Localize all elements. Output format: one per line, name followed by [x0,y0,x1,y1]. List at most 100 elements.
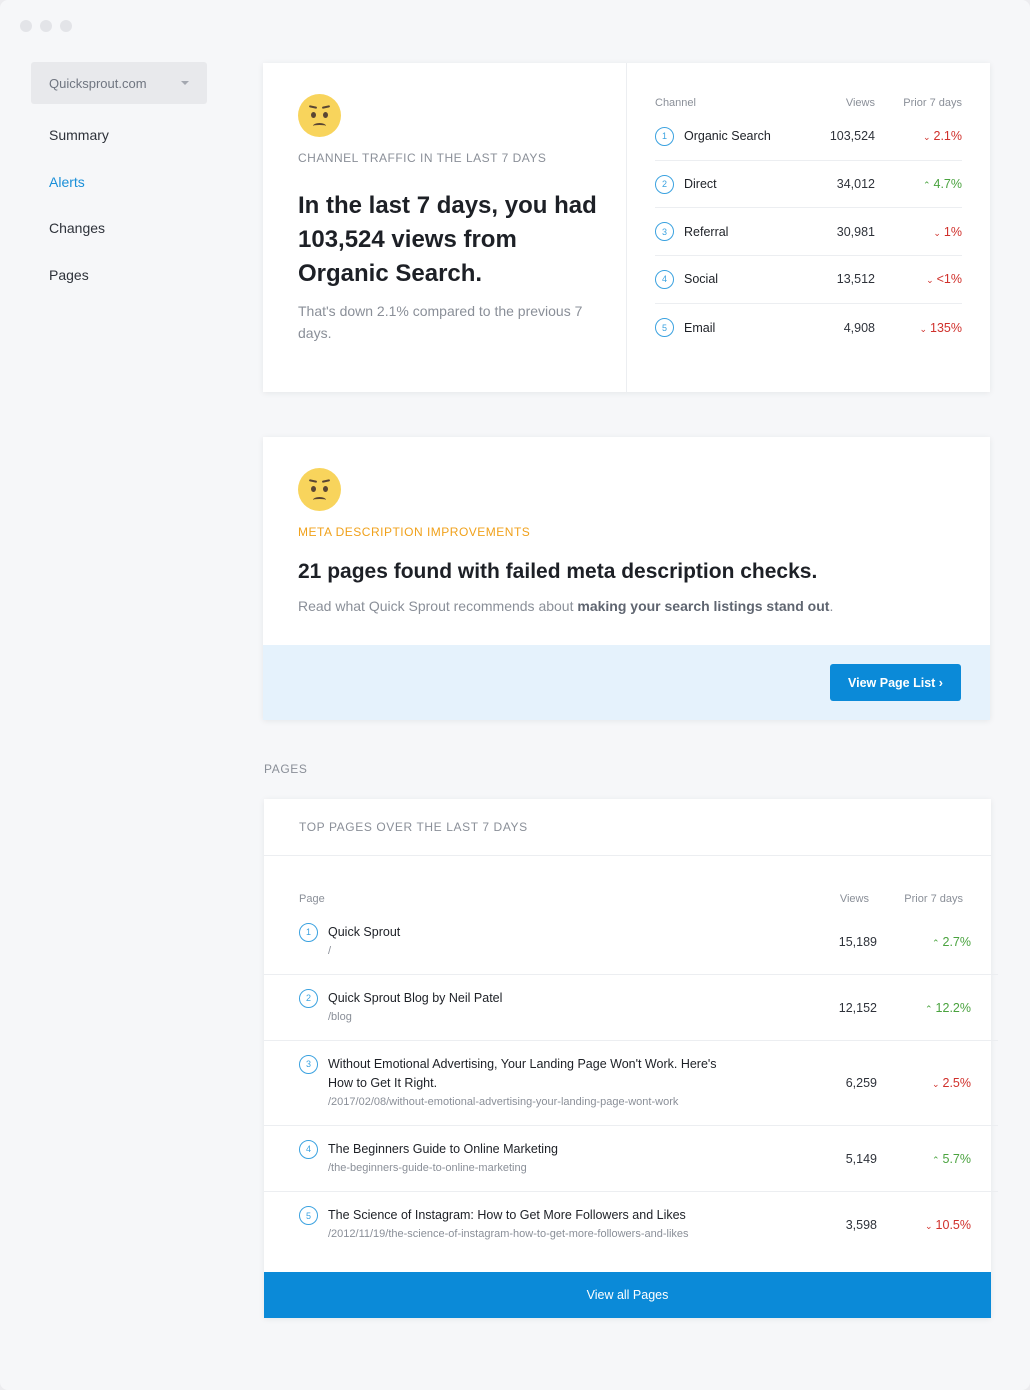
channel-table: Channel Views Prior 7 days 1 Organic Sear… [655,93,962,351]
page-change-value: 5.7% [942,1151,972,1166]
page-row[interactable]: 4 The Beginners Guide to Online Marketing… [264,1126,998,1192]
arrow-down-icon: ⌄ [926,275,934,286]
column-header-views: Views [845,97,875,109]
page-row[interactable]: 3 Without Emotional Advertising, Your Lan… [264,1041,998,1126]
page-views: 12,152 [838,1000,877,1015]
meta-subtext-suffix: . [829,598,834,614]
rank-badge: 2 [655,174,674,194]
site-selector[interactable]: Quicksprout.com [31,62,207,104]
channel-views: 103,524 [829,129,875,144]
channel-views: 13,512 [836,272,875,287]
sidebar-item-summary[interactable]: Summary [49,126,109,173]
rank-badge: 1 [655,126,674,146]
worried-face-icon [298,468,341,511]
meta-subtext: Read what Quick Sprout recommends about … [298,595,833,617]
top-pages-title: TOP PAGES OVER THE LAST 7 DAYS [264,799,991,856]
rank-badge: 4 [655,269,674,289]
meta-subtext-prefix: Read what Quick Sprout recommends about [298,598,578,614]
channel-name-cell: 5 Email [655,318,795,338]
page-change-value: 10.5% [935,1218,971,1232]
meta-headline: 21 pages found with failed meta descript… [298,560,818,583]
page-change-value: 2.5% [942,1076,972,1090]
rank-badge: 2 [299,988,318,1008]
page-cell: 5 The Science of Instagram: How to Get Mo… [299,1206,797,1244]
window-controls [20,20,72,32]
channel-change: ⌄ 1% [875,225,962,239]
sidebar-nav: Summary Alerts Changes Pages [49,126,109,312]
channel-change: ⌄ 2.1% [875,129,962,143]
card-divider [626,63,627,392]
arrow-down-icon: ⌄ [933,227,941,238]
page-row[interactable]: 1 Quick Sprout/15,189 ⌃ 2.7% [264,909,998,975]
meta-eyebrow: META DESCRIPTION IMPROVEMENTS [298,525,531,539]
page-info: The Science of Instagram: How to Get Mor… [328,1206,689,1244]
column-header-views: Views [839,893,869,905]
arrow-up-icon: ⌃ [925,1003,933,1014]
window-close-dot[interactable] [20,20,32,32]
page-views: 15,189 [838,934,877,949]
view-page-list-button[interactable]: View Page List › [830,664,961,701]
app-window: Quicksprout.com Summary Alerts Changes P… [0,0,1030,1390]
page-path: /2012/11/19/the-science-of-instagram-how… [328,1228,689,1240]
channel-name: Direct [684,177,717,192]
arrow-down-icon: ⌄ [931,1079,940,1089]
channel-change-value: <1% [936,272,962,287]
traffic-subtext: That's down 2.1% compared to the previou… [298,303,583,341]
meta-card-footer: View Page List › [263,645,990,720]
channel-name-cell: 2 Direct [655,174,795,194]
page-title-link[interactable]: Quick Sprout Blog by Neil Patel [328,989,502,1008]
page-cell: 1 Quick Sprout / [299,922,797,961]
channel-row[interactable]: 2 Direct 34,012 ⌃ 4.7% [655,161,962,209]
page-path: /blog [328,1010,352,1023]
page-info: Quick Sprout Blog by Neil Patel/blog [328,989,502,1027]
channel-name-cell: 3 Referral [655,222,795,242]
rank-badge: 3 [299,1054,318,1074]
window-minimize-dot[interactable] [40,20,52,32]
page-title-link[interactable]: Quick Sprout [328,923,400,942]
page-change: ⌃ 12.2% [877,1001,971,1015]
sidebar-item-alerts[interactable]: Alerts [49,173,109,220]
channel-name: Referral [684,224,729,239]
arrow-up-icon: ⌃ [922,180,931,191]
channel-name: Social [684,272,719,287]
sidebar-item-changes[interactable]: Changes [49,219,109,266]
top-pages-card: TOP PAGES OVER THE LAST 7 DAYS Page View… [264,799,998,1318]
page-info: Without Emotional Advertising, Your Land… [328,1055,737,1112]
channel-row[interactable]: 5 Email 4,908 ⌄ 135% [655,304,962,352]
channel-name: Email [684,320,716,335]
channel-row[interactable]: 3 Referral 30,981 ⌄ 1% [655,208,962,257]
page-views: 5,149 [845,1151,877,1166]
arrow-up-icon: ⌃ [931,937,940,948]
page-change: ⌄ 10.5% [877,1218,971,1232]
page-title-link[interactable]: The Beginners Guide to Online Marketing [328,1140,558,1159]
window-maximize-dot[interactable] [60,20,72,32]
channel-traffic-card: CHANNEL TRAFFIC IN THE LAST 7 DAYS In th… [263,63,990,392]
page-path: /2017/02/08/without-emotional-advertisin… [328,1095,679,1108]
rank-badge: 3 [655,222,674,242]
channel-row[interactable]: 1 Organic Search 103,524 ⌄ 2.1% [655,113,962,161]
page-change: ⌄ 2.5% [877,1076,971,1090]
page-row[interactable]: 5 The Science of Instagram: How to Get Mo… [264,1192,998,1258]
channel-change: ⌄ <1% [875,272,962,286]
site-selector-label: Quicksprout.com [49,75,147,91]
page-cell: 3 Without Emotional Advertising, Your Lan… [299,1054,797,1112]
traffic-headline: In the last 7 days, you had 103,524 view… [298,192,597,287]
sidebar-item-pages[interactable]: Pages [49,266,109,313]
page-title-link[interactable]: The Science of Instagram: How to Get Mor… [328,1206,689,1225]
page-views: 6,259 [845,1076,877,1090]
channel-change-value: 135% [930,320,962,335]
search-listings-link[interactable]: making your search listings stand out [577,598,829,614]
chevron-down-icon [181,81,189,85]
pages-table-header: Page Views Prior 7 days [299,889,963,909]
page-views: 3,598 [845,1218,877,1232]
page-row[interactable]: 2 Quick Sprout Blog by Neil Patel/blog 12,… [264,975,998,1041]
rank-badge: 4 [299,1139,318,1159]
channel-change-value: 4.7% [933,177,963,192]
page-change-value: 12.2% [935,1000,971,1015]
page-path: / [328,944,332,957]
page-info: Quick Sprout / [328,923,400,961]
channel-views: 34,012 [836,177,875,192]
channel-row[interactable]: 4 Social 13,512 ⌄ <1% [655,256,962,304]
view-all-pages-button[interactable]: View all Pages [264,1272,991,1318]
page-title-link[interactable]: Without Emotional Advertising, Your Land… [328,1055,737,1093]
